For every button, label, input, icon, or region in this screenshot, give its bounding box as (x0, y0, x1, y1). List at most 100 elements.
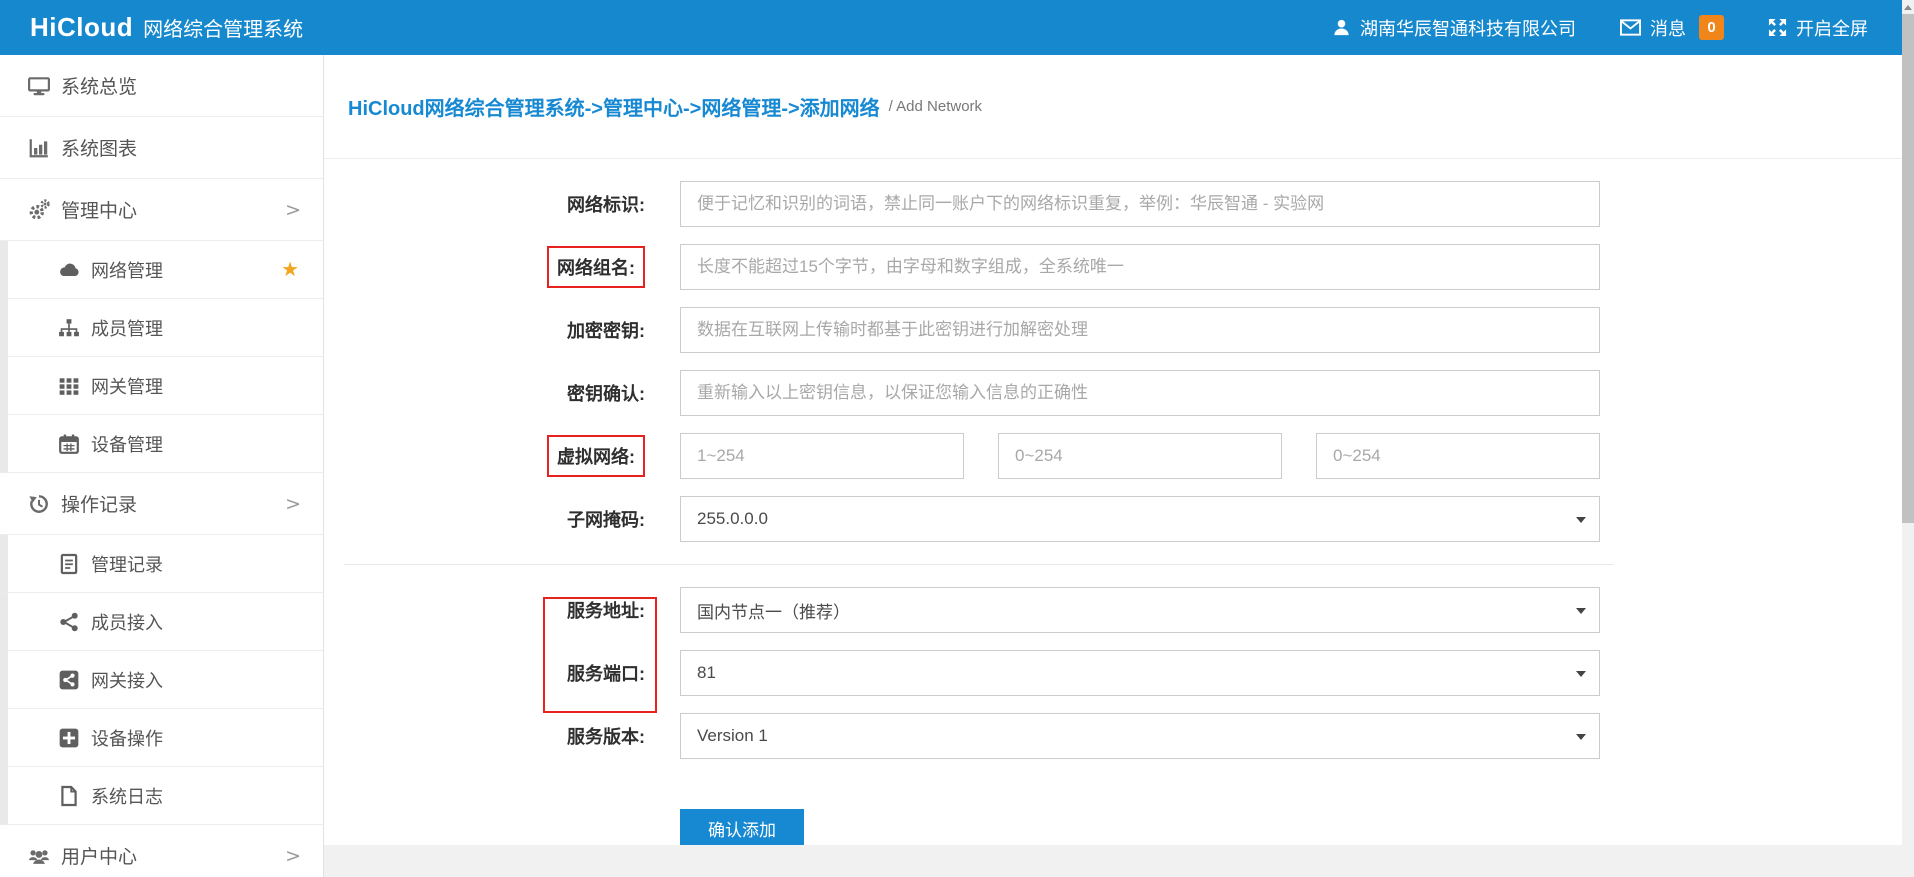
sidebar-item-system-overview[interactable]: 系统总览 (0, 55, 323, 117)
page-bottom-strip (324, 845, 1902, 877)
chevron-right-icon: > (285, 845, 301, 867)
messages-count-badge: 0 (1699, 15, 1724, 40)
fullscreen-label: 开启全屏 (1796, 15, 1868, 41)
sidebar-item-label: 操作记录 (61, 490, 137, 517)
form-row-key-confirm: 密钥确认: (324, 370, 1902, 416)
sidebar-item-label: 成员管理 (91, 315, 163, 341)
scrollbar-up-arrow[interactable] (1902, 0, 1914, 14)
sidebar-item-label: 系统日志 (91, 783, 163, 809)
form-row-service-version: 服务版本: Version 1 (324, 713, 1902, 759)
breadcrumb-suffix: / Add Network (889, 98, 982, 115)
fullscreen-toggle[interactable]: 开启全屏 (1768, 15, 1868, 41)
sidebar-item-device-management[interactable]: 设备管理 (0, 415, 323, 473)
virtual-network-octet1-input[interactable] (680, 433, 964, 479)
breadcrumb: HiCloud网络综合管理系统->管理中心->网络管理->添加网络 / Add … (324, 55, 1902, 159)
network-group-label-highlighted: 网络组名: (547, 246, 645, 288)
app-window: HiCloud 网络综合管理系统 湖南华辰智通科技有限公司 消息 0 (0, 0, 1914, 877)
sidebar-item-label: 管理记录 (91, 551, 163, 577)
sidebar-item-label: 网关管理 (91, 373, 163, 399)
service-address-value: 国内节点一（推荐） (697, 598, 850, 623)
sidebar-item-management-center[interactable]: 管理中心 > (0, 179, 323, 241)
sidebar-item-label: 管理中心 (61, 196, 137, 223)
share-icon (58, 611, 80, 633)
subnet-mask-select[interactable]: 255.0.0.0 (680, 496, 1600, 542)
fullscreen-icon (1768, 18, 1787, 37)
messages-label: 消息 (1650, 15, 1686, 41)
sidebar-item-system-logs[interactable]: 系统日志 (0, 767, 323, 825)
sidebar-item-user-center[interactable]: 用户中心 > (0, 825, 323, 877)
add-network-form: 网络标识: 网络组名: 加密密钥: 密钥确认: (324, 159, 1902, 847)
form-row-network-id: 网络标识: (324, 181, 1902, 227)
sidebar-item-label: 用户中心 (61, 842, 137, 869)
sidebar-item-gateway-management[interactable]: 网关管理 (0, 357, 323, 415)
scrollbar-thumb[interactable] (1902, 14, 1914, 523)
service-port-label: 服务端口: (567, 664, 645, 684)
network-id-label: 网络标识: (567, 195, 645, 215)
plus-square-icon (58, 727, 80, 749)
service-version-label: 服务版本: (567, 727, 645, 747)
form-row-encrypt-key: 加密密钥: (324, 307, 1902, 353)
account-menu[interactable]: 湖南华辰智通科技有限公司 (1332, 15, 1576, 41)
service-version-select[interactable]: Version 1 (680, 713, 1600, 759)
caret-down-icon (1576, 517, 1586, 523)
sidebar-item-label: 系统总览 (61, 72, 137, 99)
envelope-icon (1620, 19, 1641, 36)
service-address-select[interactable]: 国内节点一（推荐） (680, 587, 1600, 633)
encrypt-key-label: 加密密钥: (567, 321, 645, 341)
brand-name: HiCloud (30, 12, 133, 43)
favorite-star-icon[interactable]: ★ (281, 257, 299, 282)
sidebar-item-label: 成员接入 (91, 609, 163, 635)
share-square-icon (58, 669, 80, 691)
sidebar-item-network-management[interactable]: 网络管理 ★ (0, 241, 323, 299)
messages-menu[interactable]: 消息 0 (1620, 15, 1724, 41)
cloud-icon (58, 259, 80, 281)
subnet-mask-label: 子网掩码: (567, 510, 645, 530)
form-row-virtual-network: 虚拟网络: (324, 433, 1902, 479)
user-icon (1332, 18, 1351, 37)
service-port-value: 81 (697, 663, 716, 683)
top-bar: HiCloud 网络综合管理系统 湖南华辰智通科技有限公司 消息 0 (0, 0, 1902, 55)
key-confirm-input[interactable] (680, 370, 1600, 416)
sidebar-item-member-management[interactable]: 成员管理 (0, 299, 323, 357)
document-icon (58, 553, 80, 575)
key-confirm-label: 密钥确认: (567, 384, 645, 404)
grid-icon (58, 375, 80, 397)
page-scrollbar[interactable] (1902, 0, 1914, 877)
service-address-label: 服务地址: (567, 601, 645, 621)
sidebar-item-gateway-access[interactable]: 网关接入 (0, 651, 323, 709)
file-icon (58, 785, 80, 807)
network-group-input[interactable] (680, 244, 1600, 290)
chevron-right-icon: > (285, 493, 301, 515)
sidebar-item-member-access[interactable]: 成员接入 (0, 593, 323, 651)
caret-down-icon (1576, 608, 1586, 614)
caret-down-icon (1576, 671, 1586, 677)
breadcrumb-path[interactable]: HiCloud网络综合管理系统->管理中心->网络管理->添加网络 (348, 92, 880, 121)
gears-icon (28, 199, 50, 221)
monitor-icon (28, 75, 50, 97)
caret-down-icon (1576, 734, 1586, 740)
virtual-network-octet2-input[interactable] (998, 433, 1282, 479)
form-row-service-address: 服务地址: 国内节点一（推荐） (324, 587, 1902, 633)
form-row-service-port: 服务端口: 81 (324, 650, 1902, 696)
confirm-add-button[interactable]: 确认添加 (680, 809, 804, 847)
brand-subtitle: 网络综合管理系统 (143, 13, 303, 42)
sidebar-item-operation-records[interactable]: 操作记录 > (0, 473, 323, 535)
virtual-network-label-highlighted: 虚拟网络: (547, 435, 645, 477)
service-port-select[interactable]: 81 (680, 650, 1600, 696)
sidebar-nav: 系统总览 系统图表 管理中心 > 网络管理 ★ 成员管理 (0, 55, 324, 877)
network-id-input[interactable] (680, 181, 1600, 227)
sidebar-item-label: 设备管理 (91, 431, 163, 457)
form-section-divider (344, 564, 1614, 565)
form-row-network-group: 网络组名: (324, 244, 1902, 290)
sidebar-item-system-charts[interactable]: 系统图表 (0, 117, 323, 179)
encrypt-key-input[interactable] (680, 307, 1600, 353)
sidebar-item-management-records[interactable]: 管理记录 (0, 535, 323, 593)
service-version-value: Version 1 (697, 726, 768, 746)
history-icon (28, 493, 50, 515)
sidebar-item-device-operations[interactable]: 设备操作 (0, 709, 323, 767)
chart-icon (28, 137, 50, 159)
sidebar-item-label: 网络管理 (91, 257, 163, 283)
company-name: 湖南华辰智通科技有限公司 (1360, 15, 1576, 41)
sidebar-item-label: 设备操作 (91, 725, 163, 751)
virtual-network-octet3-input[interactable] (1316, 433, 1600, 479)
